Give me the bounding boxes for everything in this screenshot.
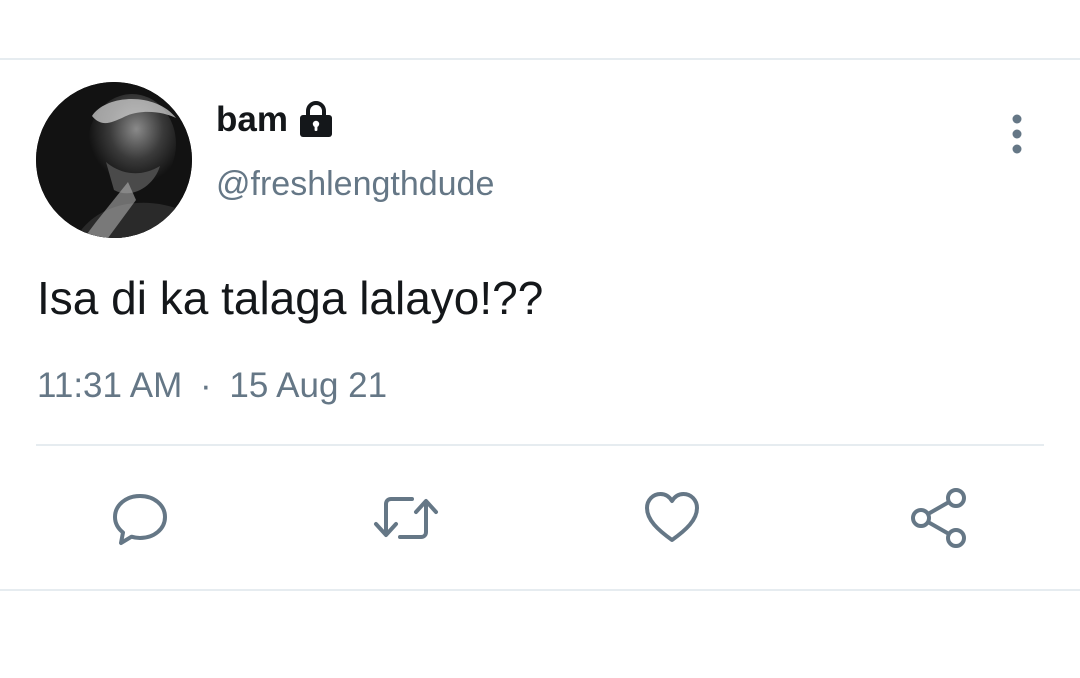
share-icon [911,488,966,548]
bottom-divider [0,589,1080,591]
tweet-card[interactable]: bam @freshlengthdude Isa di ka talaga la… [0,60,1080,589]
heart-icon [645,492,699,542]
tweet-time: 11:31 AM [37,366,183,405]
reply-button[interactable] [106,484,174,552]
user-handle[interactable]: @freshlengthdude [216,162,494,206]
like-button[interactable] [638,484,706,552]
retweet-icon [374,497,438,539]
reply-icon [113,494,167,545]
avatar-image [36,82,192,238]
tweet-text: Isa di ka talaga lalayo!?? [37,272,544,324]
timestamp-separator: · [200,366,212,405]
share-button[interactable] [905,484,973,552]
more-vertical-icon [1012,114,1022,154]
lock-icon [298,100,334,139]
actions-divider [36,444,1044,446]
author-name-row[interactable]: bam [216,98,334,142]
tweet-date: 15 Aug 21 [229,366,388,405]
tweet-timestamp[interactable]: 11:31 AM · 15 Aug 21 [37,364,387,408]
avatar[interactable] [36,82,192,238]
retweet-button[interactable] [372,484,440,552]
display-name[interactable]: bam [216,98,288,142]
tweet-page: bam @freshlengthdude Isa di ka talaga la… [0,0,1080,678]
more-options-button[interactable] [996,112,1038,156]
